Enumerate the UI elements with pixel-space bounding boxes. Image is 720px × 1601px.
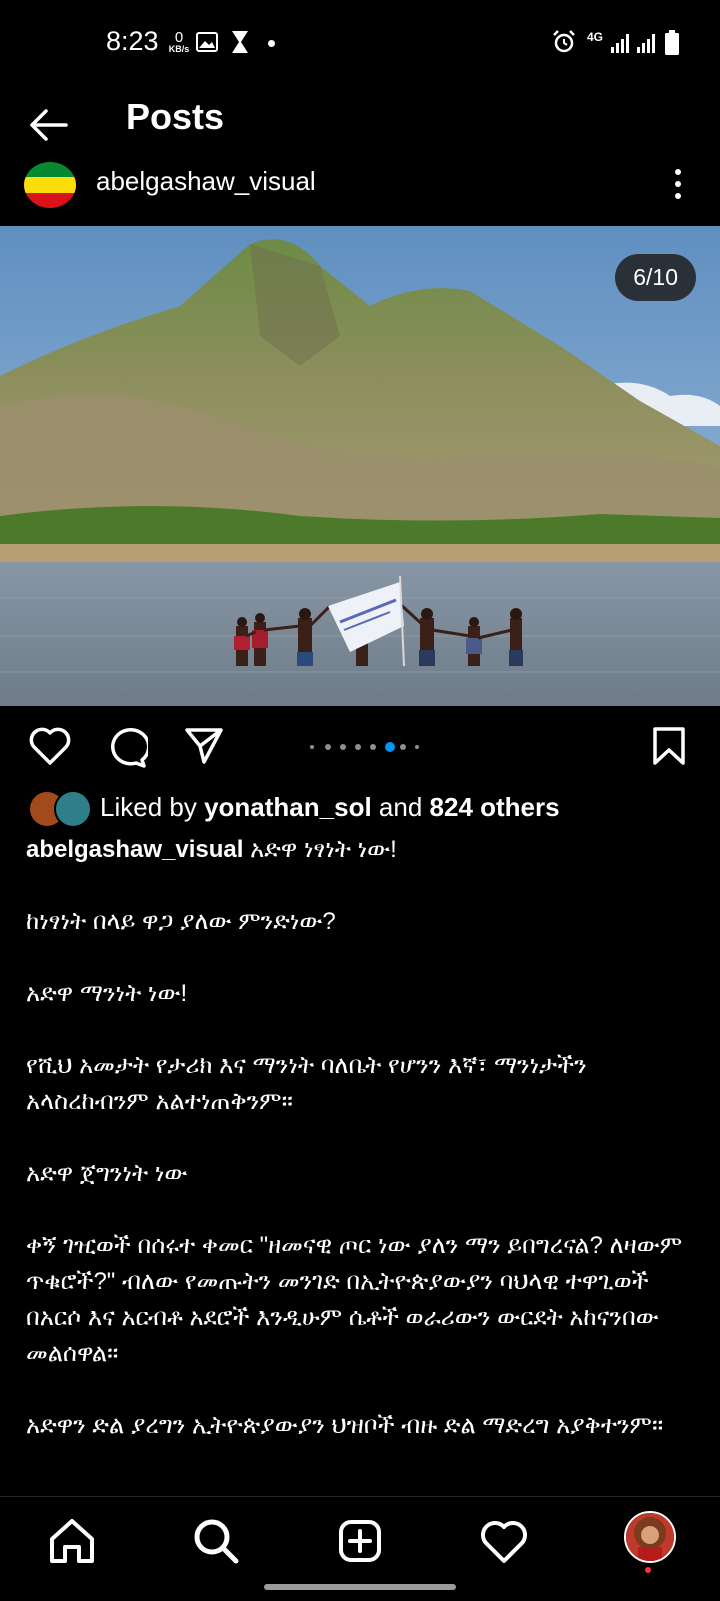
home-icon[interactable] (42, 1511, 102, 1571)
post-image[interactable]: 6/10 (0, 226, 720, 706)
caption-paragraph: ከነፃነት በላይ ዋጋ ያለው ምንድነው? (26, 908, 336, 935)
comment-icon[interactable] (104, 726, 148, 768)
carousel-dot (370, 744, 376, 750)
caption-first-line: abelgashaw_visual አድዋ ነፃነት ነው! (26, 832, 696, 868)
slide-counter: 6/10 (615, 254, 696, 301)
heart-icon[interactable] (28, 726, 72, 766)
profile-photo (626, 1513, 674, 1561)
hourglass-icon (232, 31, 248, 53)
carousel-dot (325, 744, 331, 750)
search-icon[interactable] (186, 1511, 246, 1571)
caption-paragraph: አድዋ ጀግንነት ነው (26, 1160, 188, 1187)
signal-icon (611, 34, 629, 53)
add-post-icon[interactable] (330, 1511, 390, 1571)
post-header: abelgashaw_visual (0, 160, 720, 224)
battery-icon (665, 30, 679, 55)
gallery-icon (196, 32, 218, 52)
post-username[interactable]: abelgashaw_visual (96, 166, 316, 197)
likes-conjunction: and (378, 792, 423, 822)
bookmark-icon[interactable] (652, 726, 686, 766)
caption-paragraph: አድዋን ድል ያረግን ኢትዮጵያውያን ህዝቦች ብዙ ድል ማድረግ አያ… (26, 1412, 664, 1439)
carousel-dot (355, 744, 361, 750)
data-rate-value: 0 (174, 29, 184, 46)
caption-paragraph: የሺህ አመታት የታሪክ እና ማንነት ባለቤት የሆንን እኛ፣ ማንነታ… (26, 1052, 587, 1115)
notification-dot (645, 1567, 651, 1573)
data-rate-unit: KB/s (168, 44, 190, 54)
carousel-dot-active (385, 742, 395, 752)
landscape-photo (0, 226, 720, 706)
alarm-icon (553, 30, 575, 53)
page-title: Posts (126, 96, 225, 137)
status-bar: 8:23 0 KB/s 4G (0, 0, 720, 90)
carousel-dot (400, 744, 406, 750)
likes-others[interactable]: 824 others (430, 792, 560, 822)
profile-avatar[interactable] (624, 1511, 676, 1563)
likes-row[interactable]: Liked by yonathan_sol and 824 others (0, 788, 720, 828)
status-time: 8:23 (106, 26, 159, 56)
caption-text: አድዋ ነፃነት ነው! (250, 836, 397, 863)
home-indicator (264, 1584, 456, 1590)
carousel-dot (340, 744, 346, 750)
liker-avatar (54, 790, 92, 828)
avatar[interactable] (24, 162, 76, 208)
caption-username[interactable]: abelgashaw_visual (26, 836, 243, 863)
carousel-dot (310, 745, 314, 749)
data-rate: 0 KB/s (164, 30, 194, 54)
activity-heart-icon[interactable] (474, 1511, 534, 1571)
caption-paragraph: ቀኝ ገዢወች በሰሩተ ቀመር "ዘመናዊ ጦር ነው ያለን ማን ይበግረ… (26, 1232, 683, 1367)
carousel-dot (415, 745, 419, 749)
likes-text: Liked by yonathan_sol and 824 others (100, 792, 560, 823)
liker-username[interactable]: yonathan_sol (204, 792, 372, 822)
notification-dot-icon (268, 40, 275, 47)
liker-avatars (28, 790, 92, 828)
signal-icon-2 (637, 34, 655, 53)
arrow-left-icon[interactable] (24, 100, 74, 150)
network-type: 4G (587, 30, 604, 44)
likes-prefix: Liked by (100, 792, 197, 822)
post-caption: abelgashaw_visual አድዋ ነፃነት ነው! ከነፃነት በላይ… (26, 832, 696, 1480)
caption-paragraph: አድዋ ማንነት ነው! (26, 980, 188, 1007)
more-vertical-icon[interactable] (666, 166, 690, 202)
send-icon[interactable] (184, 726, 224, 766)
post-actions (0, 712, 720, 782)
